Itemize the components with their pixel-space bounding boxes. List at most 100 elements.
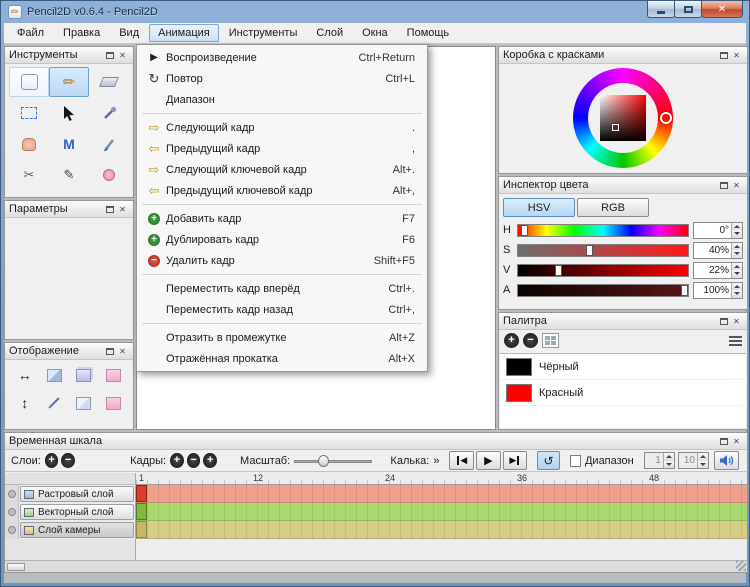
spin-down-button[interactable] xyxy=(698,461,708,469)
menu-item-loop[interactable]: ↻ Повтор Ctrl+L xyxy=(137,68,427,89)
menu-item-prev-keyframe[interactable]: ⇦ Предыдущий ключевой кадр Alt+, xyxy=(137,180,427,201)
spin-up-button[interactable] xyxy=(664,453,674,461)
palette-close-button[interactable]: ✕ xyxy=(730,315,743,327)
add-frame-button[interactable]: + xyxy=(170,453,184,468)
menu-item-flip-rolling[interactable]: Отражённая прокатка Alt+X xyxy=(137,348,427,369)
spin-down-button[interactable] xyxy=(732,290,742,298)
swatch-view-button[interactable] xyxy=(542,333,559,348)
spin-down-button[interactable] xyxy=(732,250,742,258)
menu-item-add-frame[interactable]: + Добавить кадр F7 xyxy=(137,208,427,229)
layer-visibility-cell[interactable] xyxy=(5,521,19,539)
mirror-v-view-button[interactable] xyxy=(40,392,70,414)
onion-next-button[interactable] xyxy=(69,392,99,414)
parameters-panel-titlebar[interactable]: Параметры ✕ xyxy=(5,201,133,218)
saturation-slider[interactable] xyxy=(517,244,689,257)
range-end-spinbox[interactable]: 10 xyxy=(678,452,709,469)
palette-float-button[interactable] xyxy=(717,315,730,327)
spin-up-button[interactable] xyxy=(732,243,742,251)
menu-item-next-keyframe[interactable]: ⇨ Следующий ключевой кадр Alt+. xyxy=(137,159,427,180)
saturation-spinbox[interactable]: 40% xyxy=(693,242,743,259)
menu-item-range[interactable]: Диапазон xyxy=(137,89,427,110)
loop-button[interactable]: ↺ xyxy=(537,451,560,470)
menu-item-prev-frame[interactable]: ⇦ Предыдущий кадр , xyxy=(137,138,427,159)
current-frame-key[interactable] xyxy=(136,485,147,502)
menu-view[interactable]: Вид xyxy=(110,24,148,42)
layer-visibility-cell[interactable] xyxy=(5,503,19,521)
value-slider-marker[interactable] xyxy=(555,265,562,276)
colorbox-panel-titlebar[interactable]: Коробка с красками ✕ xyxy=(499,47,747,64)
menu-edit[interactable]: Правка xyxy=(54,24,109,42)
inspector-close-button[interactable]: ✕ xyxy=(730,179,743,191)
timeline-close-button[interactable]: ✕ xyxy=(730,435,743,447)
menu-item-move-frame-back[interactable]: Переместить кадр назад Ctrl+, xyxy=(137,299,427,320)
palette-panel-titlebar[interactable]: Палитра ✕ xyxy=(499,313,747,330)
tools-close-button[interactable]: ✕ xyxy=(116,49,129,61)
alpha-spinbox[interactable]: 100% xyxy=(693,282,743,299)
minimize-button[interactable] xyxy=(647,1,675,18)
sv-marker[interactable] xyxy=(612,124,619,131)
alpha-slider[interactable] xyxy=(517,284,689,297)
timeline-ruler[interactable]: 1 12 24 36 48 xyxy=(136,473,747,485)
camera-layer-button[interactable]: Слой камеры xyxy=(20,522,134,538)
smudge-tool-button[interactable] xyxy=(89,160,129,190)
spin-up-button[interactable] xyxy=(732,263,742,271)
spin-down-button[interactable] xyxy=(732,230,742,238)
clear-tool-button[interactable] xyxy=(9,67,49,97)
colorbox-close-button[interactable]: ✕ xyxy=(730,49,743,61)
sound-toggle-button[interactable] xyxy=(714,451,739,470)
vector-layer-button[interactable]: Векторный слой xyxy=(20,504,134,520)
eyedropper-tool-button[interactable] xyxy=(89,98,129,128)
hue-spinbox[interactable]: 0° xyxy=(693,222,743,239)
inspector-panel-titlebar[interactable]: Инспектор цвета ✕ xyxy=(499,177,747,194)
bitmap-track[interactable] xyxy=(136,485,747,503)
prev-frame-button[interactable]: ◀ xyxy=(449,451,474,470)
add-color-button[interactable]: + xyxy=(504,333,519,348)
timeline-float-button[interactable] xyxy=(717,435,730,447)
display-float-button[interactable] xyxy=(103,345,116,357)
menu-item-move-frame-forward[interactable]: Переместить кадр вперёд Ctrl+. xyxy=(137,278,427,299)
bucket-tool-button[interactable]: ✂ xyxy=(9,160,49,190)
bitmap-layer-button[interactable]: Растровый слой xyxy=(20,486,134,502)
menu-layer[interactable]: Слой xyxy=(307,24,352,42)
select-tool-button[interactable] xyxy=(9,98,49,128)
parameters-close-button[interactable]: ✕ xyxy=(116,203,129,215)
hand-tool-button[interactable] xyxy=(9,129,49,159)
menu-animation[interactable]: Анимация xyxy=(149,24,219,42)
menu-item-next-frame[interactable]: ⇨ Следующий кадр . xyxy=(137,117,427,138)
onion-prev-button[interactable] xyxy=(69,364,99,386)
alpha-slider-marker[interactable] xyxy=(681,285,688,296)
spin-up-button[interactable] xyxy=(698,453,708,461)
rgb-mode-button[interactable]: RGB xyxy=(577,198,649,217)
close-button[interactable]: ✕ xyxy=(701,1,743,18)
eraser-tool-button[interactable] xyxy=(89,67,129,97)
menu-item-flip-inbetween[interactable]: Отразить в промежутке Alt+Z xyxy=(137,327,427,348)
menu-windows[interactable]: Окна xyxy=(353,24,397,42)
pen-tool-button[interactable]: ✎ xyxy=(49,160,89,190)
camera-track[interactable] xyxy=(136,521,747,539)
menu-help[interactable]: Помощь xyxy=(398,24,459,42)
spin-up-button[interactable] xyxy=(732,283,742,291)
display-panel-titlebar[interactable]: Отображение ✕ xyxy=(5,343,133,360)
tools-panel-titlebar[interactable]: Инструменты ✕ xyxy=(5,47,133,64)
remove-frame-button[interactable]: − xyxy=(187,453,201,468)
flip-vertical-button[interactable]: ↕ xyxy=(10,392,40,414)
play-button[interactable]: ▶ xyxy=(476,451,501,470)
mirror-view-button[interactable] xyxy=(40,364,70,386)
move-tool-button[interactable] xyxy=(49,98,89,128)
color-wheel[interactable] xyxy=(573,68,673,168)
remove-color-button[interactable]: − xyxy=(523,333,538,348)
hsv-mode-button[interactable]: HSV xyxy=(503,198,575,217)
menu-item-play[interactable]: ▶ Воспроизведение Ctrl+Return xyxy=(137,47,427,68)
palette-item-black[interactable]: Чёрный xyxy=(500,354,746,380)
timeline-tracks[interactable]: 1 12 24 36 48 xyxy=(136,473,747,560)
resize-grip[interactable] xyxy=(736,561,746,571)
menu-item-delete-frame[interactable]: − Удалить кадр Shift+F5 xyxy=(137,250,427,271)
palette-menu-icon[interactable] xyxy=(729,336,742,346)
titlebar[interactable]: ✏ Pencil2D v0.6.4 - Pencil2D xyxy=(1,1,749,23)
vector-frame-key[interactable] xyxy=(136,503,147,520)
add-layer-button[interactable]: + xyxy=(45,453,59,468)
range-checkbox[interactable] xyxy=(570,455,581,467)
tools-float-button[interactable] xyxy=(103,49,116,61)
horizontal-scrollbar[interactable] xyxy=(7,563,25,571)
timeline-panel-titlebar[interactable]: Временная шкала ✕ xyxy=(5,433,747,450)
